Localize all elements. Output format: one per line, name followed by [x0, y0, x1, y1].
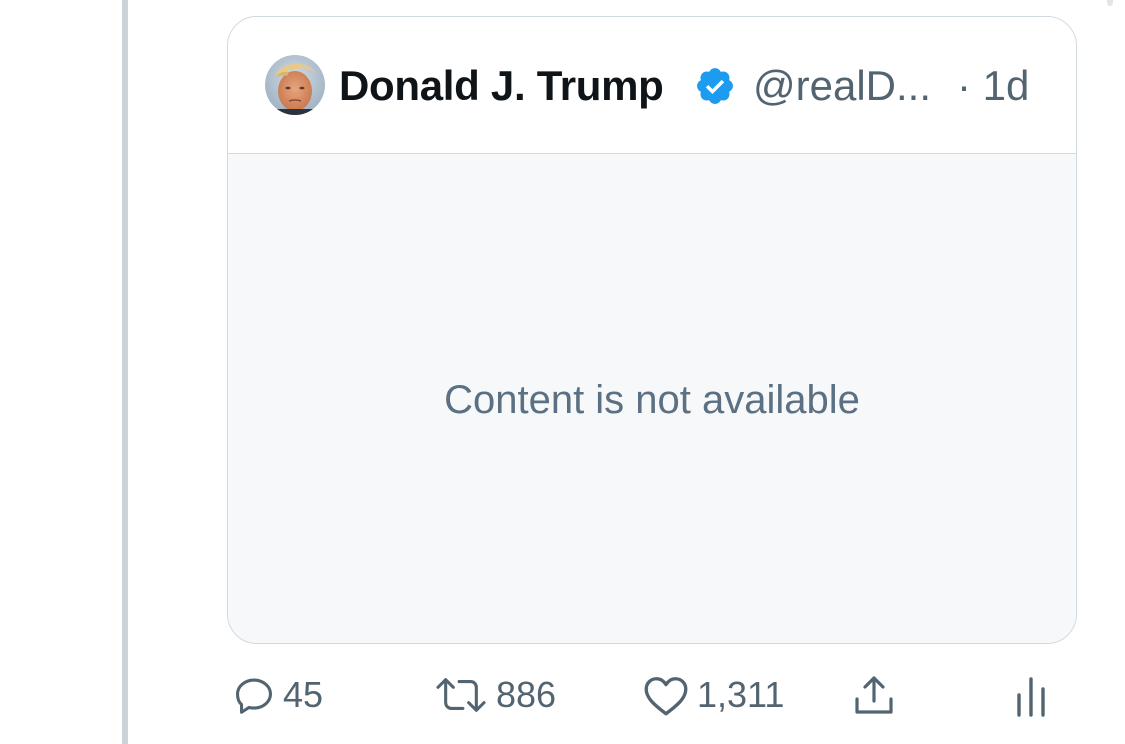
retweet-icon: [432, 672, 490, 718]
tweet-action-bar: 45 886 1,311: [0, 668, 1125, 722]
scrollbar-thumb[interactable]: [1107, 0, 1113, 6]
user-handle[interactable]: @realD...: [753, 61, 931, 111]
reply-count: 45: [283, 674, 324, 715]
tweet-timestamp[interactable]: · 1d: [957, 61, 1029, 111]
quoted-tweet-card[interactable]: Donald J. Trump @realD... · 1d Content i…: [227, 16, 1077, 644]
content-unavailable-message: Content is not available: [444, 378, 860, 422]
display-name[interactable]: Donald J. Trump: [339, 61, 664, 111]
quoted-tweet-header: Donald J. Trump @realD... · 1d: [228, 17, 1076, 154]
like-button[interactable]: 1,311: [641, 668, 784, 722]
tweet-view: Donald J. Trump @realD... · 1d Content i…: [0, 0, 1125, 744]
like-count: 1,311: [697, 674, 785, 715]
verified-badge-icon: [694, 65, 736, 107]
share-icon: [850, 671, 898, 719]
analytics-icon: [1014, 671, 1048, 719]
share-button[interactable]: [850, 668, 898, 722]
avatar[interactable]: [265, 55, 325, 115]
heart-icon: [641, 672, 691, 718]
avatar-image: [265, 55, 325, 115]
analytics-button[interactable]: [1014, 668, 1048, 722]
thread-connector-line: [122, 0, 128, 744]
reply-icon: [231, 672, 277, 718]
quoted-tweet-body: Content is not available: [228, 154, 1076, 643]
reply-button[interactable]: 45: [231, 668, 323, 722]
retweet-count: 886: [496, 674, 557, 715]
retweet-button[interactable]: 886: [432, 668, 556, 722]
